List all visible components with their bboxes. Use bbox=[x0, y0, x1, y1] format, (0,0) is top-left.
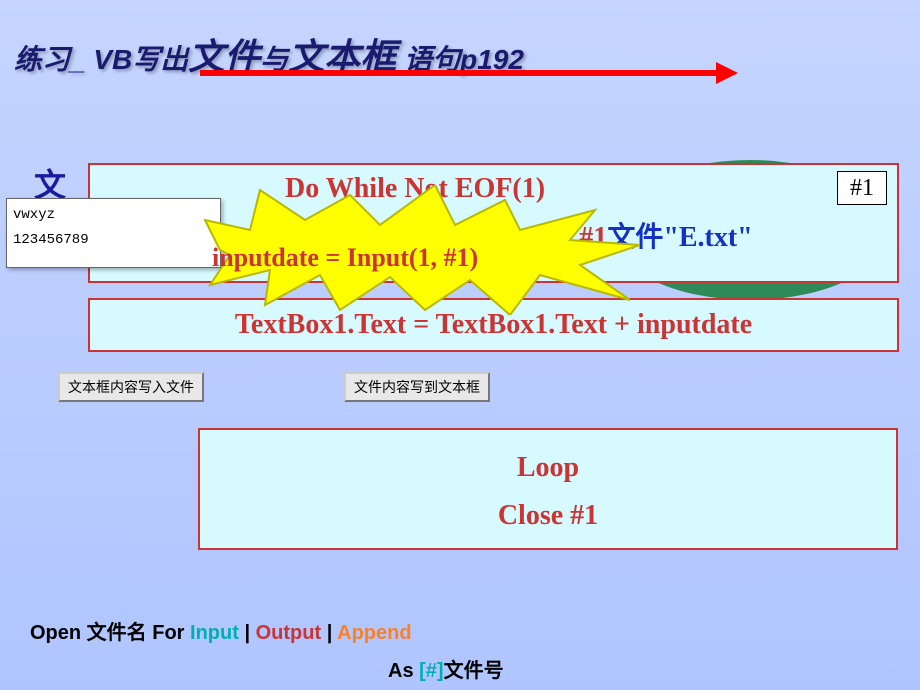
write-to-file-button[interactable]: 文本框内容写入文件 bbox=[58, 372, 204, 402]
syntax-line1: Open 文件名 For Input | Output | Append bbox=[30, 616, 412, 645]
file-number-box: #1 bbox=[837, 171, 887, 205]
code-close: Close #1 bbox=[200, 492, 896, 540]
textbox-sample: vwxyz 123456789 bbox=[6, 198, 221, 268]
code-input: inputdate = Input(1, #1) bbox=[212, 243, 478, 273]
title-underline-arrow bbox=[200, 70, 720, 76]
starburst-callout: inputdate = Input(1, #1) bbox=[200, 185, 640, 315]
code-box-bottom: Loop Close #1 bbox=[198, 428, 898, 550]
textbox-line1: vwxyz bbox=[13, 203, 214, 228]
write-to-textbox-button[interactable]: 文件内容写到文本框 bbox=[344, 372, 490, 402]
syntax-line2: As [#]文件号 bbox=[388, 654, 504, 683]
textbox-line2: 123456789 bbox=[13, 228, 214, 253]
code-loop: Loop bbox=[200, 444, 896, 492]
